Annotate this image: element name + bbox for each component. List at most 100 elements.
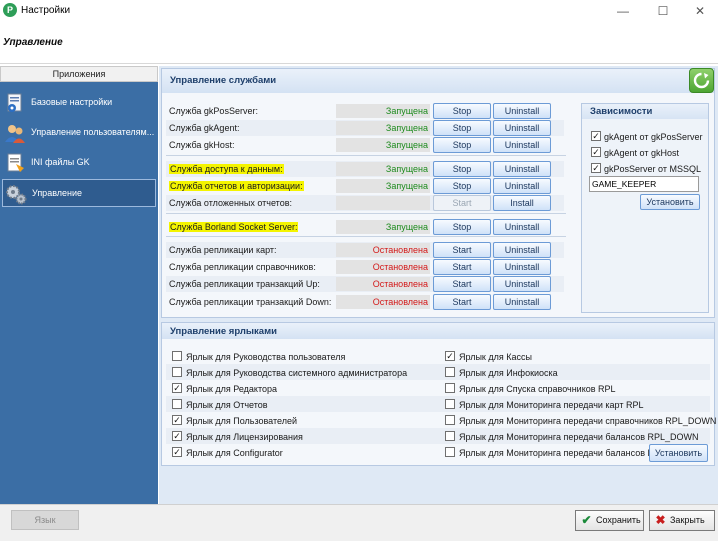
services-panel-title: Управление службами (170, 75, 277, 86)
service-stop-button[interactable]: Stop (433, 219, 491, 235)
service-status: Остановлена (372, 297, 428, 307)
shortcuts-panel-title: Управление ярлыками (170, 326, 277, 337)
service-start-button[interactable]: Start (433, 259, 491, 275)
dependency-sql-instance-input[interactable] (589, 176, 699, 192)
minimize-button[interactable]: — (605, 1, 641, 21)
cross-icon: ✖ (655, 513, 666, 527)
shortcut-label: Ярлык для Пользователей (186, 416, 297, 426)
service-status: Остановлена (372, 279, 428, 289)
shortcut-checkbox[interactable]: ✓ (172, 415, 182, 425)
service-status: Запущена (385, 140, 428, 150)
shortcut-label: Ярлык для Мониторинга передачи карт RPL (459, 400, 644, 410)
service-name: Служба gkAgent: (169, 123, 240, 133)
sidebar-item-label: INI файлы GK (31, 157, 90, 167)
service-uninstall-button[interactable]: Uninstall (493, 161, 551, 177)
maximize-button[interactable]: ☐ (645, 1, 681, 21)
service-uninstall-button[interactable]: Uninstall (493, 120, 551, 136)
service-stop-button[interactable]: Stop (433, 103, 491, 119)
shortcut-label: Ярлык для Руководства пользователя (186, 352, 346, 362)
sidebar-item-ini-files[interactable]: INI файлы GK (2, 149, 156, 177)
service-name: Служба репликации карт: (169, 245, 277, 255)
shortcut-label: Ярлык для Мониторинга передачи балансов … (459, 432, 699, 442)
service-uninstall-button[interactable]: Uninstall (493, 276, 551, 292)
shortcut-checkbox[interactable]: ✓ (172, 447, 182, 457)
dependency-checkbox[interactable]: ✓ (591, 131, 601, 141)
service-stop-button[interactable]: Stop (433, 161, 491, 177)
service-uninstall-button[interactable]: Uninstall (493, 294, 551, 310)
service-start-button[interactable]: Start (433, 276, 491, 292)
services-separator (166, 155, 566, 156)
dependency-checkbox[interactable]: ✓ (591, 163, 601, 173)
shortcuts-install-button[interactable]: Установить (649, 444, 708, 462)
service-name: Служба gkHost: (169, 140, 235, 150)
sidebar-item-basic-settings[interactable]: Базовые настройки (2, 89, 156, 117)
service-uninstall-button[interactable]: Uninstall (493, 103, 551, 119)
dependencies-install-button[interactable]: Установить (640, 194, 700, 210)
service-start-button[interactable]: Start (433, 242, 491, 258)
language-button[interactable]: Язык (11, 510, 79, 530)
shortcut-checkbox[interactable] (445, 367, 455, 377)
shortcut-checkbox[interactable] (445, 447, 455, 457)
shortcut-label: Ярлык для Редактора (186, 384, 277, 394)
service-name: Служба доступа к данным: (169, 164, 284, 174)
shortcut-checkbox[interactable]: ✓ (172, 383, 182, 393)
gears-icon (5, 183, 27, 205)
service-status-field (336, 196, 430, 210)
service-status: Запущена (385, 222, 428, 232)
users-icon (4, 122, 26, 144)
shortcut-label: Ярлык для Мониторинга передачи справочни… (459, 416, 717, 426)
shortcut-checkbox[interactable] (445, 383, 455, 393)
sidebar-item-management[interactable]: Управление (2, 179, 156, 207)
shortcut-checkbox[interactable] (172, 399, 182, 409)
shortcut-checkbox[interactable]: ✓ (172, 431, 182, 441)
shortcut-checkbox[interactable]: ✓ (445, 351, 455, 361)
close-button[interactable]: ✖ Закрыть (649, 510, 715, 531)
shortcut-checkbox[interactable] (172, 351, 182, 361)
service-uninstall-button[interactable]: Uninstall (493, 259, 551, 275)
shortcut-checkbox[interactable] (445, 415, 455, 425)
page-title: Управление (3, 37, 63, 48)
service-stop-button[interactable]: Stop (433, 137, 491, 153)
dependency-label: gkAgent от gkHost (604, 148, 679, 158)
save-button[interactable]: ✔ Сохранить (575, 510, 644, 531)
shortcut-label: Ярлык для Руководства системного админис… (186, 368, 408, 378)
services-separator (166, 213, 566, 214)
checkmark-icon: ✔ (581, 513, 592, 527)
shortcut-label: Ярлык для Инфокиоска (459, 368, 558, 378)
service-name: Служба репликации транзакций Down: (169, 297, 332, 307)
dependencies-title: Зависимости (590, 106, 653, 117)
refresh-button[interactable] (689, 68, 714, 93)
service-stop-button[interactable]: Stop (433, 178, 491, 194)
shortcut-label: Ярлык для Отчетов (186, 400, 268, 410)
sidebar-item-label: Управление (32, 188, 83, 198)
service-start-button[interactable]: Start (433, 294, 491, 310)
sidebar-item-user-management[interactable]: Управление пользователям... (2, 119, 156, 147)
service-status: Запущена (385, 181, 428, 191)
service-status: Запущена (385, 164, 428, 174)
shortcut-checkbox[interactable] (445, 399, 455, 409)
service-stop-button[interactable]: Stop (433, 120, 491, 136)
service-uninstall-button[interactable]: Uninstall (493, 242, 551, 258)
shortcut-label: Ярлык для Спуска справочников RPL (459, 384, 616, 394)
service-name: Служба отчетов и авторизации: (169, 181, 304, 191)
sidebar-item-label: Управление пользователям... (31, 127, 155, 137)
shortcut-label: Ярлык для Лицензирования (186, 432, 303, 442)
close-window-button[interactable]: ✕ (682, 1, 718, 21)
service-name: Служба Borland Socket Server: (169, 222, 299, 232)
shortcut-label: Ярлык для Кассы (459, 352, 532, 362)
service-start-button: Start (433, 195, 491, 211)
shortcut-checkbox[interactable] (172, 367, 182, 377)
window-title: Настройки (21, 5, 71, 16)
service-name: Служба репликации справочников: (169, 262, 316, 272)
service-status: Запущена (385, 123, 428, 133)
sidebar-item-label: Базовые настройки (31, 97, 113, 107)
service-status: Остановлена (372, 245, 428, 255)
service-uninstall-button[interactable]: Uninstall (493, 219, 551, 235)
service-uninstall-button[interactable]: Uninstall (493, 137, 551, 153)
service-status: Остановлена (372, 262, 428, 272)
service-uninstall-button[interactable]: Uninstall (493, 178, 551, 194)
dependency-checkbox[interactable]: ✓ (591, 147, 601, 157)
service-install-button[interactable]: Install (493, 195, 551, 211)
shortcut-checkbox[interactable] (445, 431, 455, 441)
shortcut-label: Ярлык для Мониторинга передачи балансов … (459, 448, 654, 458)
